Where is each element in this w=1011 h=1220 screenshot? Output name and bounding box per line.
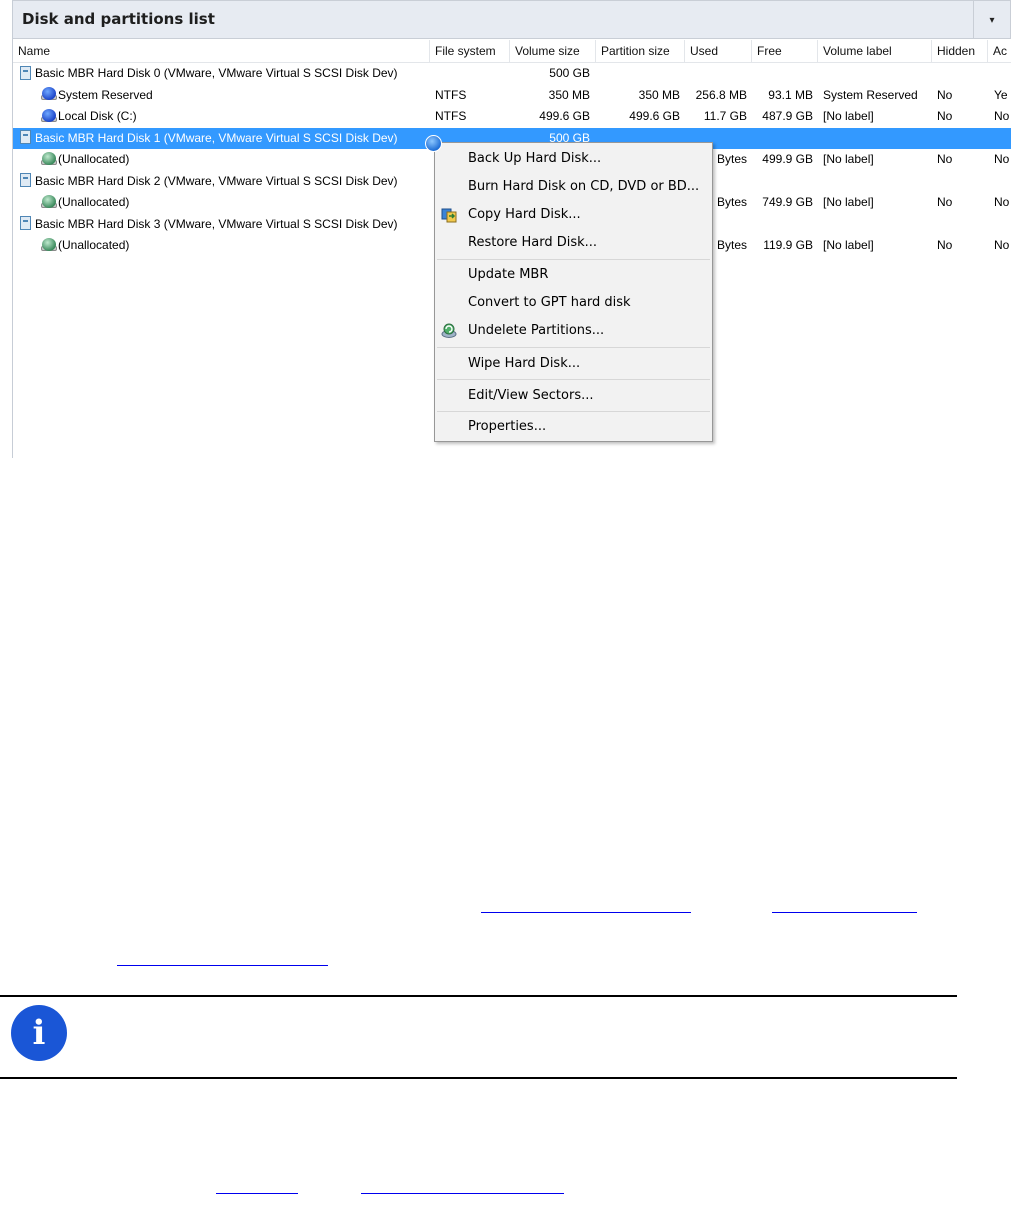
column-header-row: Name File system Volume size Partition s… [13, 40, 1011, 63]
row-name: Basic MBR Hard Disk 3 (VMware, VMware Vi… [20, 214, 430, 235]
link-underline[interactable] [481, 912, 691, 913]
hard-disk-icon [20, 173, 31, 188]
info-icon: i [11, 1005, 67, 1061]
cell-active: No [994, 109, 1010, 123]
link-underline[interactable] [216, 1193, 298, 1194]
row-name: (Unallocated) [41, 235, 430, 256]
menu-item-properties[interactable]: Properties... [435, 413, 712, 441]
cell-free: 93.1 MB [768, 87, 813, 102]
column-header-hidden[interactable]: Hidden [932, 40, 988, 62]
menu-separator [437, 347, 710, 348]
unallocated-icon [41, 194, 57, 209]
cell-fs: NTFS [435, 87, 467, 102]
row-name: Basic MBR Hard Disk 2 (VMware, VMware Vi… [20, 171, 430, 192]
cell-vsize: 499.6 GB [539, 109, 590, 123]
cell-psize: 350 MB [638, 87, 680, 102]
cell-hidden: No [937, 87, 953, 102]
cell-hidden: No [937, 195, 953, 209]
cell-used: 256.8 MB [695, 87, 747, 102]
divider-bottom [0, 1077, 957, 1079]
hard-disk-icon [20, 130, 31, 145]
partition-icon [41, 108, 57, 123]
cell-active: No [994, 195, 1010, 209]
column-header-name[interactable]: Name [13, 40, 430, 62]
row-name-label: (Unallocated) [58, 238, 130, 252]
column-header-file-system[interactable]: File system [430, 40, 510, 62]
context-menu: Back Up Hard Disk... Burn Hard Disk on C… [434, 142, 713, 442]
column-header-active[interactable]: Ac [988, 40, 1011, 62]
column-header-used[interactable]: Used [685, 40, 752, 62]
column-header-free[interactable]: Free [752, 40, 818, 62]
cell-active: No [994, 238, 1010, 252]
copy-disk-icon [441, 208, 457, 223]
menu-separator [437, 259, 710, 260]
row-name-label: (Unallocated) [58, 195, 130, 209]
row-name-label: Basic MBR Hard Disk 0 (VMware, VMware Vi… [35, 66, 398, 80]
cell-hidden: No [937, 238, 953, 252]
table-row[interactable]: System Reserved NTFS 350 MB 350 MB 256.8 MB 9… [13, 85, 1011, 106]
table-row[interactable]: Local Disk (C:) NTFS 499.6 GB 499.6 GB 11.7 … [13, 106, 1011, 127]
row-name-label: (Unallocated) [58, 152, 130, 166]
menu-item-edit-view-sectors[interactable]: Edit/View Sectors... [435, 382, 712, 410]
chevron-down-icon: ▾ [989, 14, 995, 26]
column-header-volume-label[interactable]: Volume label [818, 40, 932, 62]
menu-item-convert-to-gpt[interactable]: Convert to GPT hard disk [435, 289, 712, 317]
cell-free: 119.9 GB [763, 238, 813, 252]
row-name: Local Disk (C:) [41, 106, 430, 127]
cell-hidden: No [937, 152, 953, 166]
cell-label: System Reserved [823, 87, 918, 102]
row-name-label: Local Disk (C:) [58, 109, 137, 123]
menu-item-copy-hard-disk[interactable]: Copy Hard Disk... [435, 201, 712, 229]
cell-active: No [994, 152, 1010, 166]
cell-used: 11.7 GB [703, 109, 747, 123]
row-name: (Unallocated) [41, 149, 430, 170]
menu-item-wipe-hard-disk[interactable]: Wipe Hard Disk... [435, 350, 712, 378]
cell-free: 487.9 GB [762, 109, 813, 123]
panel-header: Disk and partitions list ▾ [13, 0, 1011, 39]
cell-hidden: No [937, 109, 953, 123]
cell-vsize: 500 GB [549, 66, 590, 80]
mouse-cursor-icon [425, 135, 442, 152]
cell-label: [No label] [823, 195, 874, 209]
link-underline[interactable] [772, 912, 917, 913]
cell-active: Ye [994, 87, 1008, 102]
row-name: System Reserved [41, 85, 430, 106]
menu-item-undelete-partitions[interactable]: Undelete Partitions... [435, 317, 712, 345]
row-name-label: Basic MBR Hard Disk 2 (VMware, VMware Vi… [35, 173, 398, 188]
row-name: Basic MBR Hard Disk 0 (VMware, VMware Vi… [20, 63, 430, 84]
cell-vsize: 350 MB [548, 87, 590, 102]
row-name-label: Basic MBR Hard Disk 1 (VMware, VMware Vi… [35, 130, 398, 145]
menu-item-restore-hard-disk[interactable]: Restore Hard Disk... [435, 229, 712, 257]
divider-top [0, 995, 957, 997]
cell-free: 749.9 GB [762, 195, 813, 209]
cell-label: [No label] [823, 152, 874, 166]
cell-fs: NTFS [435, 109, 467, 123]
row-name: Basic MBR Hard Disk 1 (VMware, VMware Vi… [20, 128, 430, 149]
row-name-label: System Reserved [58, 87, 153, 102]
menu-separator [437, 411, 710, 412]
row-name: (Unallocated) [41, 192, 430, 213]
column-header-volume-size[interactable]: Volume size [510, 40, 596, 62]
row-name-label: Basic MBR Hard Disk 3 (VMware, VMware Vi… [35, 216, 398, 231]
cell-label: [No label] [823, 109, 874, 123]
undelete-icon [441, 323, 457, 338]
menu-item-burn-hard-disk[interactable]: Burn Hard Disk on CD, DVD or BD... [435, 173, 712, 201]
column-header-partition-size[interactable]: Partition size [596, 40, 685, 62]
cell-psize: 499.6 GB [629, 109, 680, 123]
link-underline[interactable] [117, 965, 328, 966]
unallocated-icon [41, 151, 57, 166]
link-underline[interactable] [361, 1193, 564, 1194]
menu-separator [437, 379, 710, 380]
table-row[interactable]: Basic MBR Hard Disk 0 (VMware, VMware Vi… [13, 63, 1011, 84]
cell-free: 499.9 GB [762, 152, 813, 166]
panel-dropdown-button[interactable]: ▾ [973, 1, 1010, 39]
unallocated-icon [41, 237, 57, 252]
panel-title: Disk and partitions list [22, 10, 215, 28]
cell-label: [No label] [823, 238, 874, 252]
hard-disk-icon [20, 216, 31, 231]
menu-item-back-up-hard-disk[interactable]: Back Up Hard Disk... [435, 145, 712, 173]
menu-item-update-mbr[interactable]: Update MBR [435, 261, 712, 289]
hard-disk-icon [20, 65, 31, 80]
partition-icon [41, 87, 57, 101]
